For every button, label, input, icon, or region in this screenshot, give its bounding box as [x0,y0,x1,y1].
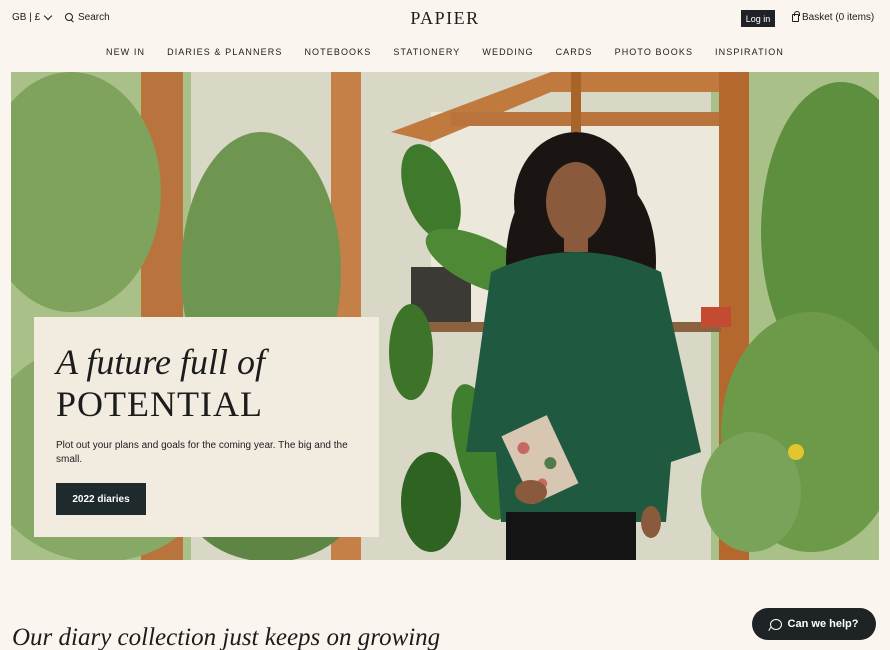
hero-text-card: A future full of POTENTIAL Plot out your… [34,317,379,537]
help-label: Can we help? [787,618,859,630]
nav-item-new-in[interactable]: NEW IN [106,47,145,57]
nav-item-inspiration[interactable]: INSPIRATION [715,47,784,57]
nav-item-notebooks[interactable]: NOTEBOOKS [304,47,371,57]
shopping-bag-icon [792,11,800,22]
hero-headline-line2: POTENTIAL [56,384,263,424]
chat-bubble-icon [769,618,782,630]
hero-headline-line1: A future full of [56,342,266,382]
nav-item-wedding[interactable]: WEDDING [482,47,533,57]
basket-label: Basket (0 items) [802,12,875,23]
hero-description: Plot out your plans and goals for the co… [56,440,348,465]
nav-item-diaries-planners[interactable]: DIARIES & PLANNERS [167,47,282,57]
hero-banner: A future full of POTENTIAL Plot out your… [11,72,879,560]
nav-item-stationery[interactable]: STATIONERY [393,47,460,57]
top-bar: GB | £ Search PAPIER Log in Basket (0 it… [0,0,890,36]
basket-link[interactable]: Basket (0 items) [792,11,875,23]
shop-diaries-button[interactable]: 2022 diaries [56,483,146,515]
help-chat-button[interactable]: Can we help? [752,608,876,640]
nav-item-cards[interactable]: CARDS [556,47,593,57]
login-button[interactable]: Log in [741,10,775,27]
nav-item-photo-books[interactable]: PHOTO BOOKS [615,47,693,57]
section-title: Our diary collection just keeps on growi… [12,624,441,650]
main-navigation: NEW IN DIARIES & PLANNERS NOTEBOOKS STAT… [0,47,890,57]
